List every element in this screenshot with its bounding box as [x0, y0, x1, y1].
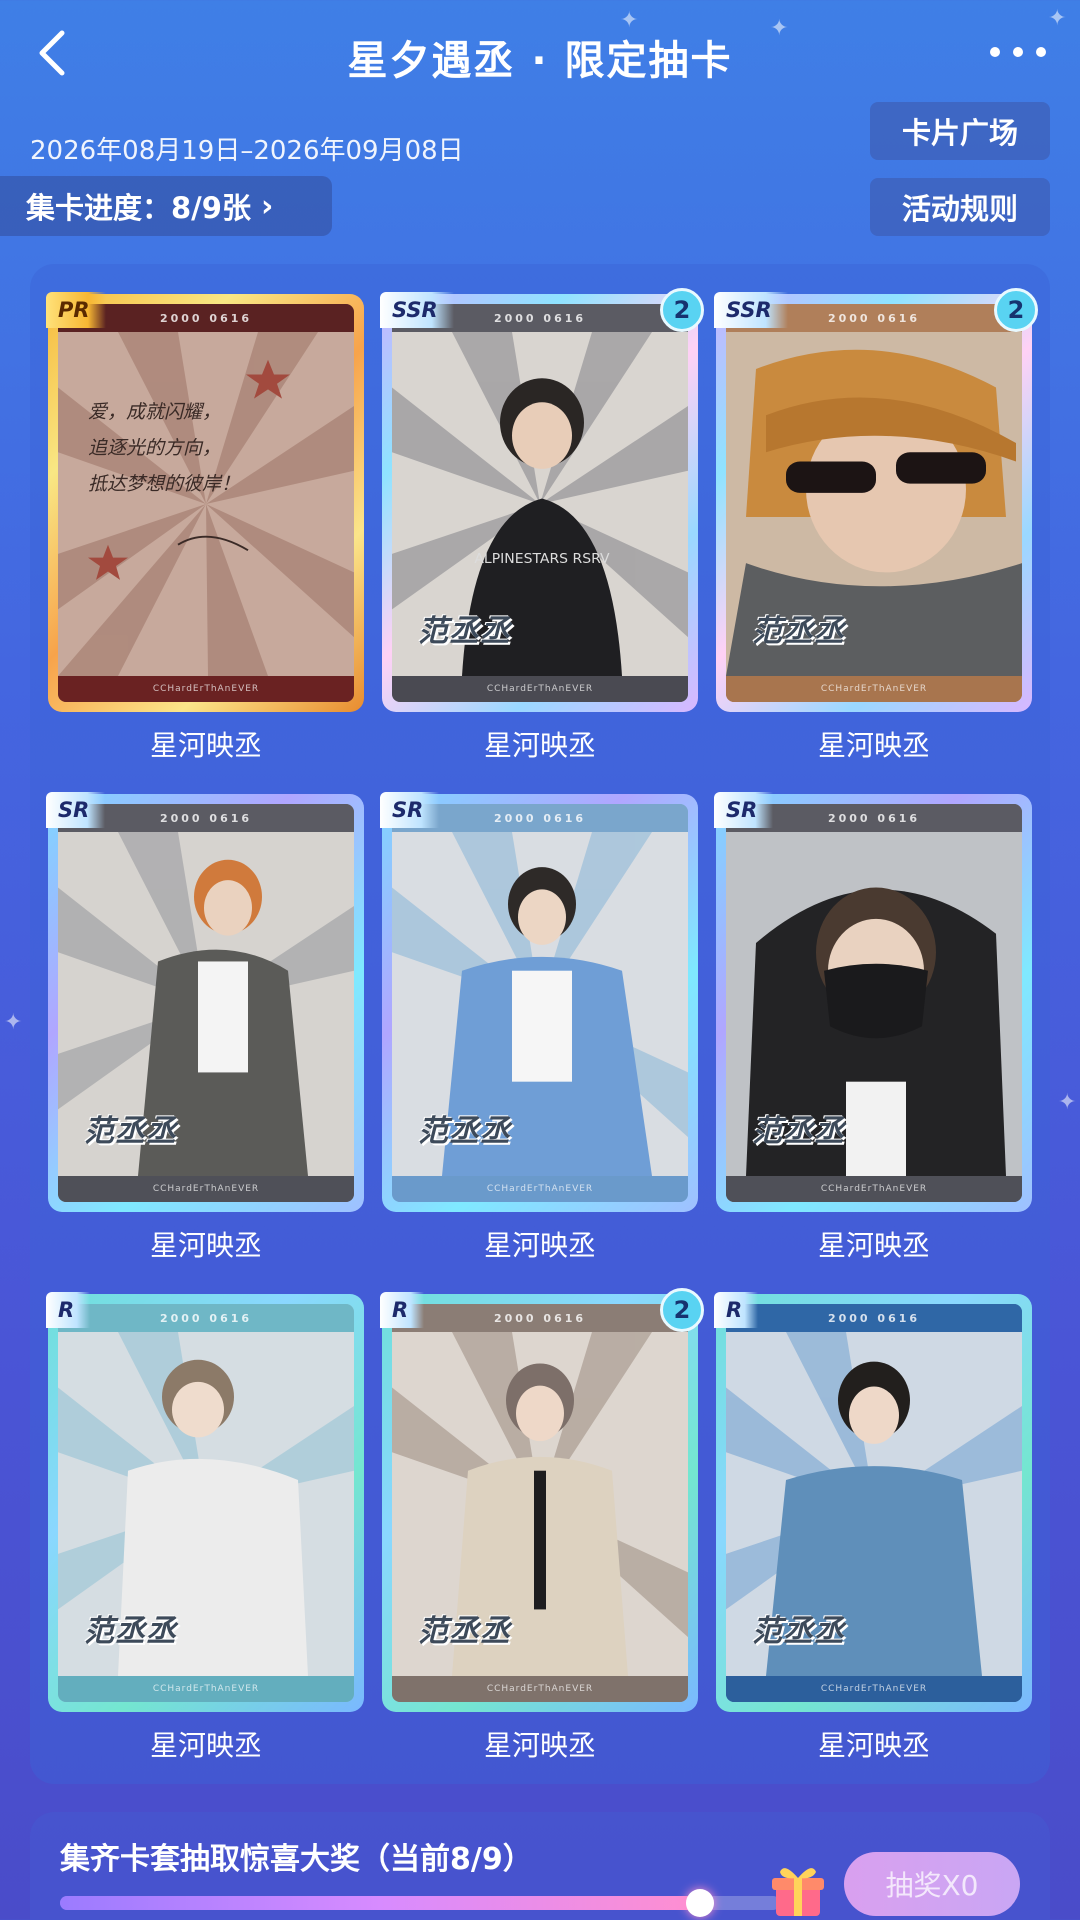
rarity-badge: R	[714, 1292, 759, 1328]
card-top-strip: 2000 0616	[392, 1304, 688, 1332]
card-top-strip: 2000 0616	[58, 1304, 354, 1332]
collection-progress-button[interactable]: 集卡进度：8/9张 ›	[0, 176, 332, 236]
card-bottom-strip: CCHardErThAnEVER	[392, 1676, 688, 1702]
more-button[interactable]	[990, 40, 1046, 64]
card-tile[interactable]: 2000 0616 范丞丞 CCHardErThAnEVER SR	[714, 792, 1032, 1212]
card-label: 星河映丞	[817, 1229, 930, 1262]
sparkle-icon: ✦	[4, 1010, 23, 1035]
card-label: 星河映丞	[149, 729, 262, 762]
prize-progress-track	[60, 1889, 780, 1917]
rarity-badge: SR	[714, 792, 774, 828]
card-plaza-button[interactable]: 卡片广场	[870, 102, 1050, 160]
card-collection-panel: 2000 0616 爱，成就闪耀， 追逐光的方向， 抵达梦想的彼岸！ CCHar…	[30, 264, 1050, 1784]
card-tile[interactable]: 2000 0616 范丞丞 CCHardErThAnEVER R	[46, 1292, 364, 1712]
rarity-badge: SR	[380, 792, 440, 828]
card-bottom-strip: CCHardErThAnEVER	[726, 676, 1022, 702]
card-name-stamp: 范丞丞	[84, 1614, 177, 1649]
card-label: 星河映丞	[817, 729, 930, 762]
card-label: 星河映丞	[149, 1229, 262, 1262]
event-date-range: 2026年08月19日–2026年09月08日	[30, 136, 464, 166]
chevron-left-icon	[39, 30, 65, 76]
chevron-right-icon: ›	[260, 188, 274, 224]
page-title: 星夕遇丞 · 限定抽卡	[347, 38, 733, 84]
card-label: 星河映丞	[483, 729, 596, 762]
card-tile[interactable]: 2000 0616 范丞丞 CCHardErThAnEVER R 2	[380, 1288, 704, 1712]
card-name-stamp: 范丞丞	[752, 1614, 845, 1649]
card-count-badge: 2	[660, 1288, 704, 1332]
card-name-stamp: 范丞丞	[418, 1114, 511, 1149]
header: 星夕遇丞 · 限定抽卡	[0, 0, 1080, 110]
back-button[interactable]	[24, 26, 78, 80]
card-tile[interactable]: 2000 0616 范丞丞 CCHardErThAnEVER R	[714, 1292, 1032, 1712]
card-count-badge: 2	[994, 288, 1038, 332]
svg-text:ALPINESTARS RSRV: ALPINESTARS RSRV	[474, 552, 610, 567]
card-label: 星河映丞	[483, 1729, 596, 1762]
card-bottom-strip: CCHardErThAnEVER	[58, 676, 354, 702]
card-label: 星河映丞	[817, 1729, 930, 1762]
rarity-badge: SSR	[380, 292, 454, 328]
prize-progress-fill	[60, 1896, 701, 1910]
card-bottom-strip: CCHardErThAnEVER	[392, 1176, 688, 1202]
collection-progress-label: 集卡进度：8/9张	[26, 191, 251, 225]
gift-box-icon	[772, 1868, 824, 1916]
card-tile[interactable]: 2000 0616 范丞丞 CCHardErThAnEVER SR	[380, 792, 698, 1212]
card-tile[interactable]: 2000 0616 范丞丞 CCHardErThAnEVER SR	[46, 792, 364, 1212]
card-top-strip: 2000 0616	[726, 1304, 1022, 1332]
card-tile[interactable]: ALPINESTARS RSRV 2000 0616 范丞丞 CCHardErT…	[380, 288, 704, 712]
draw-prize-button[interactable]: 抽奖X0	[844, 1852, 1020, 1916]
card-name-stamp: 范丞丞	[84, 1114, 177, 1149]
ellipsis-icon	[990, 47, 1000, 57]
card-tile[interactable]: 2000 0616 爱，成就闪耀， 追逐光的方向， 抵达梦想的彼岸！ CCHar…	[46, 292, 364, 712]
card-label: 星河映丞	[483, 1229, 596, 1262]
sunburst-background	[58, 332, 354, 676]
card-name-stamp: 范丞丞	[418, 614, 511, 649]
prize-bar: 集齐卡套抽取惊喜大奖（当前8/9） 抽奖X0	[30, 1812, 1050, 1920]
card-bottom-strip: CCHardErThAnEVER	[58, 1676, 354, 1702]
rarity-badge: PR	[46, 292, 106, 328]
card-bottom-strip: CCHardErThAnEVER	[392, 676, 688, 702]
rarity-badge: SSR	[714, 292, 788, 328]
card-count-badge: 2	[660, 288, 704, 332]
card-name-stamp: 范丞丞	[752, 614, 845, 649]
card-bottom-strip: CCHardErThAnEVER	[58, 1176, 354, 1202]
rarity-badge: R	[380, 1292, 425, 1328]
card-tile[interactable]: 2000 0616 范丞丞 CCHardErThAnEVER SSR 2	[714, 288, 1038, 712]
prize-title: 集齐卡套抽取惊喜大奖（当前8/9）	[60, 1842, 533, 1877]
card-label: 星河映丞	[149, 1729, 262, 1762]
card-name-stamp: 范丞丞	[752, 1114, 845, 1149]
card-bottom-strip: CCHardErThAnEVER	[726, 1676, 1022, 1702]
card-name-stamp: 范丞丞	[418, 1614, 511, 1649]
activity-rules-button[interactable]: 活动规则	[870, 178, 1050, 236]
card-bottom-strip: CCHardErThAnEVER	[726, 1176, 1022, 1202]
sparkle-icon: ✦	[1058, 1090, 1077, 1115]
rarity-badge: SR	[46, 792, 106, 828]
rarity-badge: R	[46, 1292, 91, 1328]
prize-progress-knob	[686, 1889, 715, 1917]
card-handwritten-note: 爱，成就闪耀， 追逐光的方向， 抵达梦想的彼岸！	[88, 401, 241, 495]
